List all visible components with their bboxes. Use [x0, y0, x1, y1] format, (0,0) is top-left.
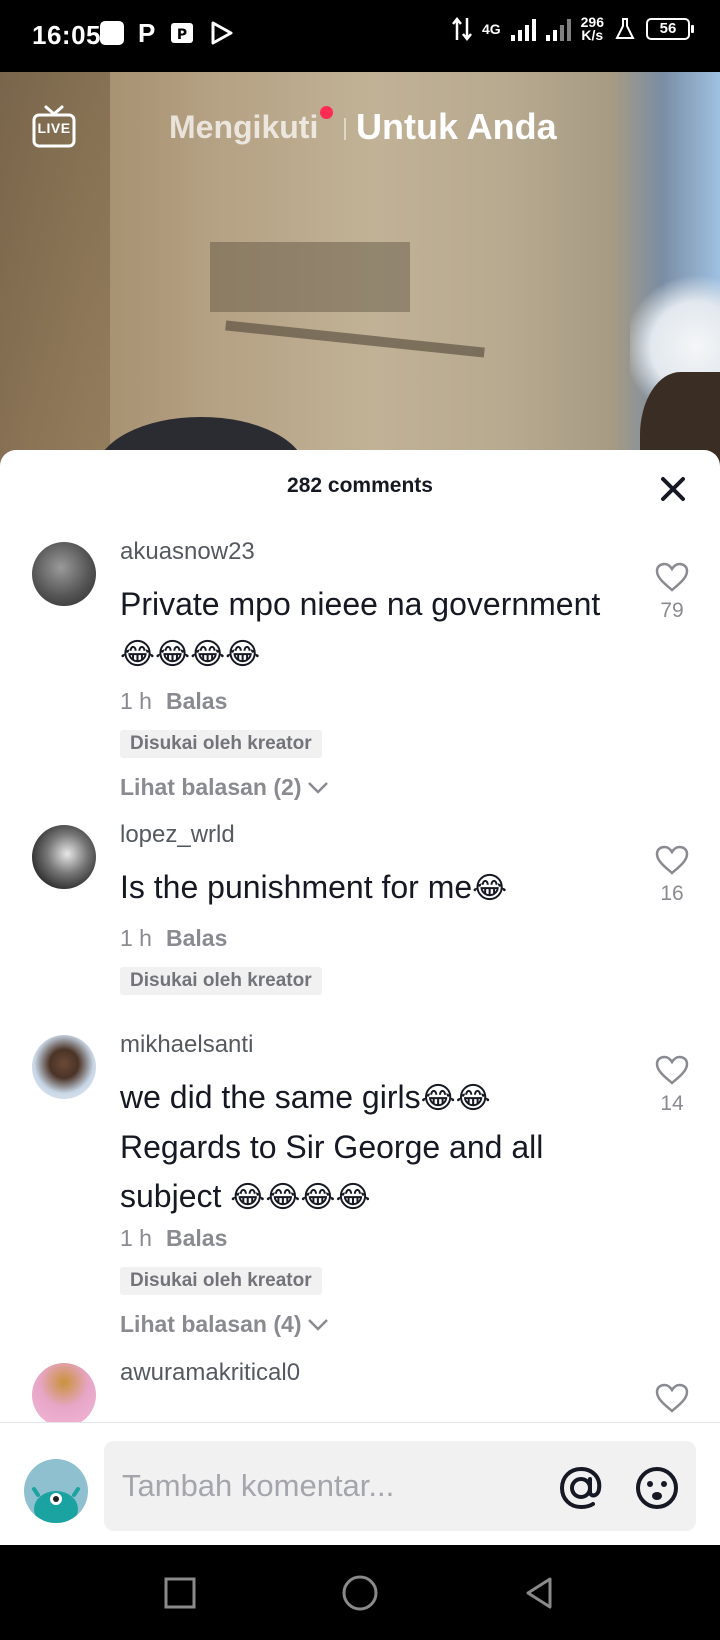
p-app-icon: P: [138, 18, 156, 48]
mention-button[interactable]: [558, 1465, 604, 1511]
comment-username[interactable]: mikhaelsanti: [120, 1031, 253, 1059]
comment-username[interactable]: awuramakritical0: [120, 1359, 300, 1387]
comment-input[interactable]: [122, 1465, 542, 1507]
comment-time: 1 h: [120, 925, 152, 951]
tab-for-you[interactable]: Untuk Anda: [356, 106, 557, 148]
tab-divider: [344, 118, 346, 140]
feed-tabs: Mengikuti Untuk Anda: [0, 104, 720, 154]
comment-emojis: 😂😂: [420, 1081, 491, 1116]
reply-button[interactable]: Balas: [166, 688, 227, 714]
like-count: 14: [660, 1092, 684, 1115]
comment-meta: 1 h Balas: [120, 688, 227, 715]
square-icon: [164, 1577, 196, 1609]
comment-meta: 1 h Balas: [120, 1225, 227, 1252]
like-button[interactable]: [652, 1383, 692, 1418]
comment-emojis: 😂: [472, 871, 508, 906]
my-avatar[interactable]: [24, 1459, 88, 1523]
comment-emojis: 😂😂😂😂: [230, 1180, 371, 1215]
comment-username[interactable]: akuasnow23: [120, 538, 255, 566]
view-replies-button[interactable]: Lihat balasan (4): [120, 1311, 329, 1338]
comment-item: akuasnow23 Private mpo nieee na governme…: [0, 520, 720, 810]
reply-button[interactable]: Balas: [166, 925, 227, 951]
like-count: 79: [660, 599, 684, 622]
liked-by-creator-badge: Disukai oleh kreator: [120, 1267, 322, 1295]
close-icon: [661, 477, 685, 501]
close-button[interactable]: [656, 472, 690, 506]
heart-icon: [655, 562, 689, 592]
signal-icon: [510, 17, 536, 41]
comment-item: mikhaelsanti we did the same girls😂😂 Reg…: [0, 1025, 720, 1345]
chevron-down-icon: [308, 1318, 329, 1331]
new-content-dot: [320, 106, 333, 119]
view-replies-label: Lihat balasan (2): [120, 774, 302, 800]
like-button[interactable]: 14: [652, 1055, 692, 1116]
comment-text-body: Private mpo nieee na government: [120, 586, 601, 622]
back-button[interactable]: [518, 1571, 562, 1615]
comment-text: Is the punishment for me😂: [120, 863, 620, 913]
comment-time: 1 h: [120, 1225, 152, 1251]
tab-following[interactable]: Mengikuti: [169, 109, 318, 146]
avatar[interactable]: [32, 542, 96, 606]
like-button[interactable]: 79: [652, 562, 692, 623]
like-count: 16: [660, 882, 684, 905]
comment-text: Private mpo nieee na government 😂😂😂😂: [120, 580, 620, 679]
back-triangle-icon: [526, 1577, 552, 1609]
comment-text-body: Is the punishment for me: [120, 869, 473, 905]
comments-list[interactable]: akuasnow23 Private mpo nieee na governme…: [0, 520, 720, 1470]
comment-input-box[interactable]: [104, 1441, 696, 1531]
comment-meta: 1 h Balas: [120, 925, 227, 952]
comment-text-line: subject: [120, 1178, 222, 1214]
chevron-down-icon: [308, 781, 329, 794]
app-notification-icon: [100, 21, 124, 45]
heart-icon: [655, 1055, 689, 1085]
status-time: 16:05: [32, 20, 101, 50]
signal-icon-2: [545, 17, 571, 41]
avatar[interactable]: [32, 1363, 96, 1427]
comment-input-bar: [0, 1422, 720, 1545]
network-type: 4G: [481, 20, 501, 37]
comments-sheet: 282 comments akuasnow23 Private mpo niee…: [0, 450, 720, 1545]
comment-text: we did the same girls😂😂 Regards to Sir G…: [120, 1073, 620, 1222]
recents-button[interactable]: [158, 1571, 202, 1615]
svg-text:P: P: [177, 27, 187, 43]
comment-text-line: Regards to Sir George and all: [120, 1129, 544, 1165]
liked-by-creator-badge: Disukai oleh kreator: [120, 730, 322, 758]
heart-icon: [655, 845, 689, 875]
system-icons: 4G 296 K/s 56: [451, 14, 694, 43]
like-button[interactable]: 16: [652, 845, 692, 906]
avatar[interactable]: [32, 1035, 96, 1099]
view-replies-label: Lihat balasan (4): [120, 1311, 302, 1337]
comment-emojis: 😂😂😂😂: [120, 637, 261, 672]
video-frame-slab: [210, 242, 410, 312]
home-button[interactable]: [338, 1571, 382, 1615]
comment-username[interactable]: lopez_wrld: [120, 821, 235, 849]
avatar[interactable]: [32, 825, 96, 889]
network-speed: 296 K/s: [580, 14, 604, 43]
system-nav-bar: [0, 1545, 720, 1640]
status-bar: 16:05 P P 4G 296 K/s 56: [0, 0, 720, 72]
emoji-button[interactable]: [634, 1465, 680, 1511]
notification-icons: P P: [100, 20, 235, 46]
reply-button[interactable]: Balas: [166, 1225, 227, 1251]
data-transfer-icon: [451, 16, 472, 42]
play-store-icon: [211, 21, 233, 45]
video-frame-edge: [225, 320, 485, 358]
pdf-app-icon: P: [171, 23, 194, 43]
circle-icon: [342, 1575, 378, 1611]
comment-text-line: we did the same girls: [120, 1079, 421, 1115]
at-icon: [559, 1466, 602, 1510]
battery-icon: 56: [646, 18, 694, 40]
comment-time: 1 h: [120, 688, 152, 714]
comment-item: lopez_wrld Is the punishment for me😂 1 h…: [0, 815, 720, 1015]
liked-by-creator-badge: Disukai oleh kreator: [120, 967, 322, 995]
flask-icon: [615, 18, 635, 39]
heart-icon: [655, 1383, 689, 1413]
emoji-icon: [636, 1467, 678, 1509]
view-replies-button[interactable]: Lihat balasan (2): [120, 774, 329, 801]
comments-count-title: 282 comments: [287, 474, 433, 497]
avatar-character-icon: [32, 1487, 80, 1523]
